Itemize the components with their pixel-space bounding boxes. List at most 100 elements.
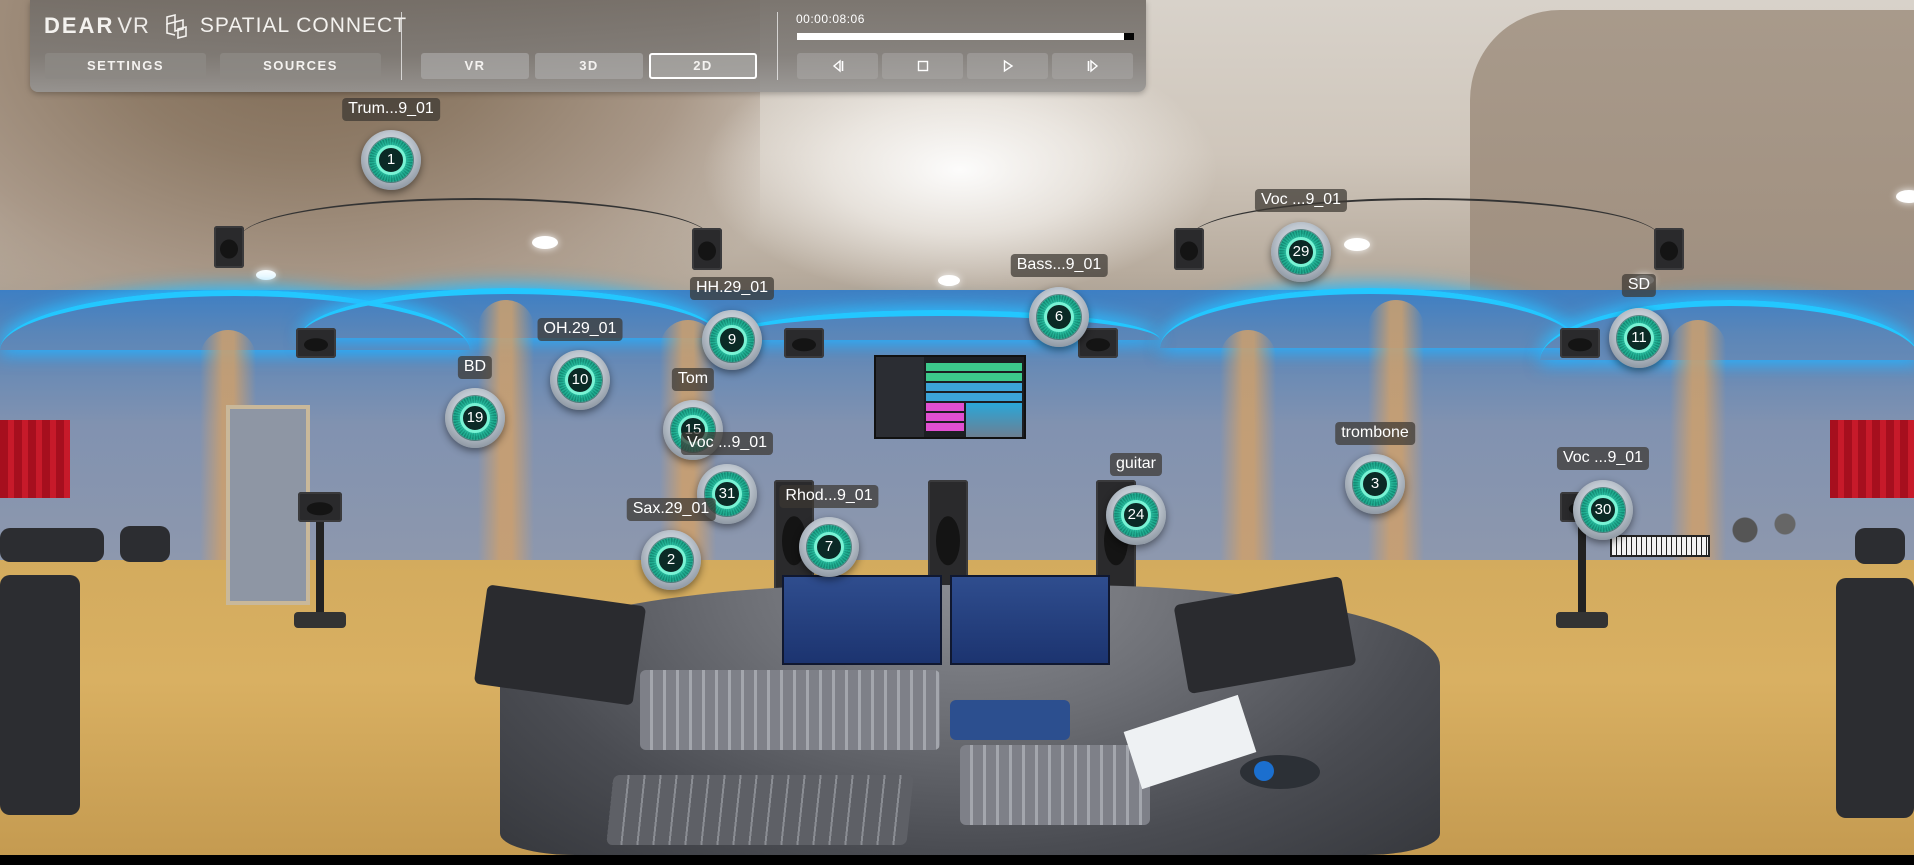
- stop-icon: [917, 60, 928, 72]
- source-orb[interactable]: 11: [1609, 308, 1669, 368]
- source-ring-icon: 3: [1353, 462, 1397, 506]
- source-number: 7: [814, 532, 844, 562]
- source-number: 3: [1360, 469, 1390, 499]
- source-orb[interactable]: 9: [702, 310, 762, 370]
- timecode: 00:00:08:06: [796, 12, 865, 26]
- source-ring-icon: 11: [1617, 316, 1661, 360]
- source-number: 6: [1044, 302, 1074, 332]
- console-display: [950, 700, 1070, 740]
- source-number: 30: [1588, 495, 1618, 525]
- source-number: 1: [376, 145, 406, 175]
- skip-back-button[interactable]: [797, 53, 878, 79]
- wall-monitor: [874, 355, 1026, 439]
- brand-primary: DEAR: [44, 13, 115, 38]
- source-ring-icon: 7: [807, 525, 851, 569]
- ceiling-light: [938, 275, 960, 286]
- panorama-viewport[interactable]: [0, 0, 1914, 855]
- source-label: Voc ...9_01: [1254, 189, 1348, 212]
- play-button[interactable]: [967, 53, 1048, 79]
- source-label: Sax.29_01: [626, 498, 716, 521]
- keyboard-instrument: [1610, 535, 1710, 557]
- settings-button[interactable]: SETTINGS: [45, 53, 206, 79]
- speaker-stand-base: [1556, 612, 1608, 628]
- source-number: 10: [565, 365, 595, 395]
- source-ring-icon: 6: [1037, 295, 1081, 339]
- source-orb[interactable]: 3: [1345, 454, 1405, 514]
- source-label: SD: [1621, 274, 1657, 297]
- chair: [0, 575, 80, 815]
- skip-to-start-icon: [832, 59, 843, 73]
- source-label: OH.29_01: [537, 318, 623, 341]
- source-number: 29: [1286, 237, 1316, 267]
- chair: [1836, 578, 1914, 818]
- source-label: Voc ...9_01: [680, 432, 774, 455]
- sources-button[interactable]: SOURCES: [220, 53, 381, 79]
- fader-bank: [640, 670, 940, 750]
- source-label: BD: [457, 356, 493, 379]
- source-label: Trum...9_01: [342, 98, 440, 121]
- red-curtain: [1830, 420, 1914, 498]
- source-ring-icon: 2: [649, 538, 693, 582]
- source-number: 31: [712, 479, 742, 509]
- speaker: [692, 228, 722, 270]
- play-icon: [1003, 59, 1013, 73]
- ceiling-light: [1344, 238, 1370, 251]
- view-mode-vr-button[interactable]: VR: [421, 53, 529, 79]
- speaker-stand-base: [294, 612, 346, 628]
- brand-secondary: VR: [117, 13, 150, 38]
- control-panel: DEAR VR SPATIAL CONNECT SETTINGS SOURCES…: [30, 0, 1146, 92]
- playback-progress-bar[interactable]: [797, 33, 1134, 40]
- source-ring-icon: 30: [1581, 488, 1625, 532]
- source-label: Bass...9_01: [1010, 254, 1108, 277]
- divider: [777, 12, 778, 80]
- stop-button[interactable]: [882, 53, 963, 79]
- red-curtain: [0, 420, 70, 498]
- source-label: trombone: [1335, 422, 1415, 445]
- source-label: guitar: [1109, 453, 1163, 476]
- computer-keyboard: [606, 775, 914, 845]
- skip-to-end-icon: [1087, 59, 1098, 73]
- source-orb[interactable]: 10: [550, 350, 610, 410]
- trackball: [1240, 755, 1320, 789]
- source-orb[interactable]: 24: [1106, 485, 1166, 545]
- control-bank: [960, 745, 1150, 825]
- source-number: 2: [656, 545, 686, 575]
- source-orb[interactable]: 19: [445, 388, 505, 448]
- chair: [1855, 528, 1905, 564]
- source-orb[interactable]: 7: [799, 517, 859, 577]
- source-orb[interactable]: 29: [1271, 222, 1331, 282]
- spatial-connect-logo-icon: [166, 13, 187, 39]
- source-number: 19: [460, 403, 490, 433]
- source-label: Rhod...9_01: [779, 485, 879, 508]
- speaker-stand: [1578, 522, 1586, 614]
- speaker: [214, 226, 244, 268]
- console-screen: [782, 575, 942, 665]
- source-ring-icon: 10: [558, 358, 602, 402]
- source-orb[interactable]: 30: [1573, 480, 1633, 540]
- source-orb[interactable]: 2: [641, 530, 701, 590]
- drum-kit: [1715, 500, 1815, 560]
- console-screen: [950, 575, 1110, 665]
- divider: [401, 12, 402, 80]
- source-ring-icon: 19: [453, 396, 497, 440]
- speaker: [1654, 228, 1684, 270]
- speaker: [298, 492, 342, 522]
- ceiling-light: [256, 270, 276, 280]
- source-number: 11: [1624, 323, 1654, 353]
- speaker: [784, 328, 824, 358]
- source-ring-icon: 9: [710, 318, 754, 362]
- source-ring-icon: 29: [1279, 230, 1323, 274]
- view-mode-2d-button[interactable]: 2D: [649, 53, 757, 79]
- source-orb[interactable]: 6: [1029, 287, 1089, 347]
- source-number: 24: [1121, 500, 1151, 530]
- bench: [0, 528, 104, 562]
- speaker: [296, 328, 336, 358]
- source-orb[interactable]: 1: [361, 130, 421, 190]
- speaker: [928, 480, 968, 590]
- speaker: [1174, 228, 1204, 270]
- view-mode-3d-button[interactable]: 3D: [535, 53, 643, 79]
- chair: [120, 526, 170, 562]
- source-label: Tom: [671, 368, 715, 391]
- progress-fill: [797, 33, 1124, 40]
- skip-forward-button[interactable]: [1052, 53, 1133, 79]
